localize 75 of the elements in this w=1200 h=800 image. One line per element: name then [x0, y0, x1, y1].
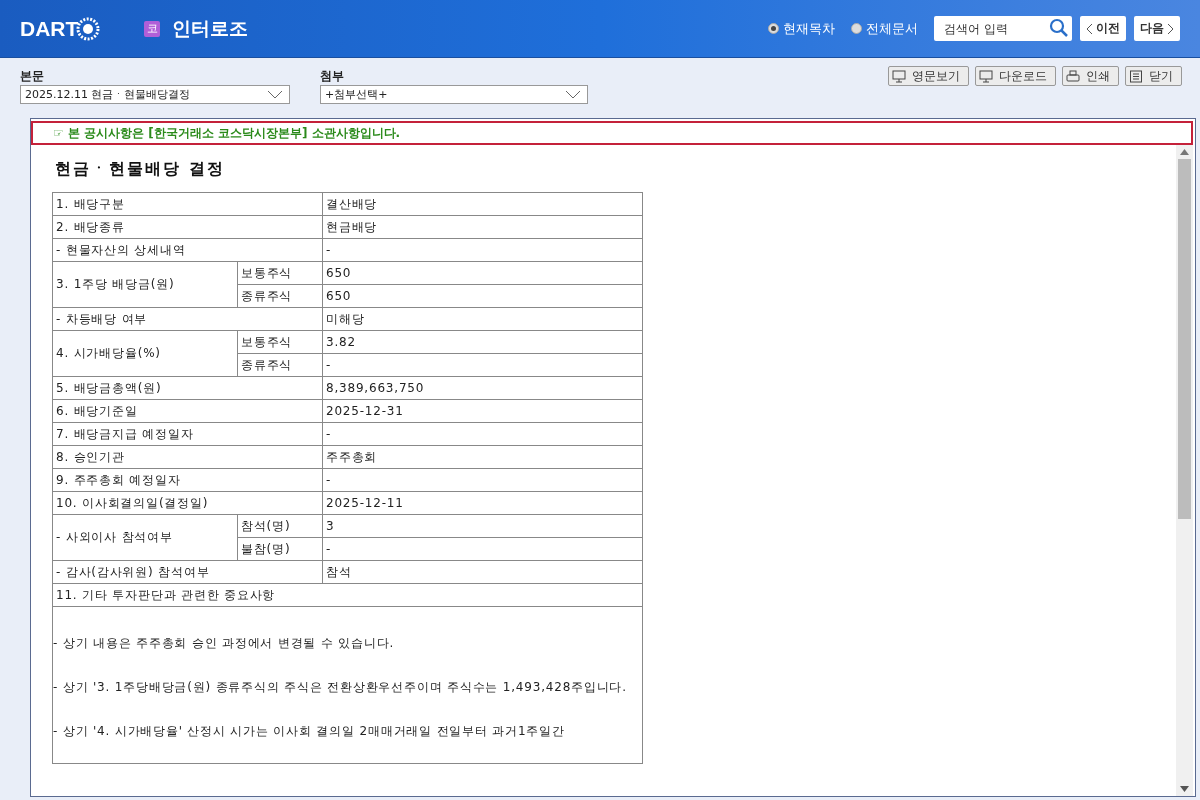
table-cell: 650	[322, 261, 643, 285]
chevron-down-icon	[267, 90, 283, 99]
sun-icon	[76, 16, 101, 41]
logo-text: DART	[20, 16, 79, 41]
document-title: 현금ㆍ현물배당 결정	[55, 159, 226, 180]
table-cell: 참석(명)	[237, 514, 323, 538]
table-cell: 3.82	[322, 330, 643, 354]
table-cell: - 사외이사 참석여부	[52, 514, 238, 561]
toolbar-button[interactable]: 영문보기	[888, 66, 969, 86]
notice-text: ☞ 본 공시사항은 [한국거래소 코스닥시장본부] 소관사항입니다.	[53, 124, 401, 142]
note-paragraph: - 상기 내용은 주주총회 승인 과정에서 변경될 수 있습니다.	[53, 635, 396, 652]
scope-radio[interactable]: 전체문서	[851, 19, 918, 38]
search-icon[interactable]	[1049, 18, 1069, 38]
scrollbar[interactable]	[1176, 145, 1193, 796]
document-icon	[1129, 69, 1143, 83]
note-paragraph: - 상기 '4. 시가배당율' 산정시 시가는 이사회 결의일 2매매거래일 전일부터 과거1주일간	[53, 723, 566, 740]
table-cell: 5. 배당금총액(원)	[52, 376, 323, 400]
scroll-down-icon[interactable]	[1180, 786, 1189, 792]
search-field[interactable]: 검색어 입력	[934, 16, 1072, 41]
table-cell: 9. 주주총회 예정일자	[52, 468, 323, 492]
table-cell: 1. 배당구분	[52, 192, 323, 216]
table-cell: 불참(명)	[237, 537, 323, 561]
table-cell: 7. 배당금지급 예정일자	[52, 422, 323, 446]
table-cell: -	[322, 353, 643, 377]
printer-icon	[1066, 69, 1080, 83]
table-cell: - 차등배당 여부	[52, 307, 323, 331]
table-cell: 3	[322, 514, 643, 538]
monitor-icon	[979, 69, 993, 83]
table-cell: - 감사(감사위원) 참석여부	[52, 560, 323, 584]
body-label: 본문	[20, 68, 45, 85]
table-cell: 주주총회	[322, 445, 643, 469]
radio-label: 전체문서	[866, 19, 918, 38]
table-cell: - 현물자산의 상세내역	[52, 238, 323, 262]
table-cell: 보통주식	[237, 330, 323, 354]
toolbar-button[interactable]: 닫기	[1125, 66, 1182, 86]
table-cell: 8. 승인기관	[52, 445, 323, 469]
table-cell: 보통주식	[237, 261, 323, 285]
next-button[interactable]: 다음	[1134, 16, 1180, 41]
toolbar-button[interactable]: 인쇄	[1062, 66, 1119, 86]
table-cell: 650	[322, 284, 643, 308]
note-paragraph: - 상기 '3. 1주당배당금(원) 종류주식의 주식은 전환상환우선주이며 주식수는 1,493,428주입니다.	[53, 679, 628, 696]
dart-logo[interactable]: DART	[20, 16, 101, 41]
table-cell: 종류주식	[237, 284, 323, 308]
table-cell: 2025-12-11	[322, 491, 643, 515]
scroll-up-icon[interactable]	[1180, 149, 1189, 155]
company-badge: 코	[144, 20, 161, 37]
attachment-label: 첨부	[320, 68, 345, 85]
table-cell: 종류주식	[237, 353, 323, 377]
table-cell: 현금배당	[322, 215, 643, 239]
table-cell: 4. 시가배당율(%)	[52, 330, 238, 377]
table-cell: 참석	[322, 560, 643, 584]
chevron-left-icon	[1086, 22, 1093, 35]
table-cell: 11. 기타 투자판단과 관련한 중요사항	[52, 583, 643, 607]
radio-label: 현재목차	[783, 19, 835, 38]
table-cell: -	[322, 468, 643, 492]
table-cell: 3. 1주당 배당금(원)	[52, 261, 238, 308]
chevron-right-icon	[1167, 22, 1174, 35]
scope-radio[interactable]: 현재목차	[768, 19, 835, 38]
table-cell: 8,389,663,750	[322, 376, 643, 400]
table-cell: 2. 배당종류	[52, 215, 323, 239]
document-select[interactable]: 2025.12.11 현금ㆍ현물배당결정	[20, 85, 290, 104]
previous-button[interactable]: 이전	[1080, 16, 1126, 41]
toolbar-button[interactable]: 다운로드	[975, 66, 1056, 86]
table-cell: -	[322, 422, 643, 446]
company-name: 인터로조	[172, 15, 249, 41]
monitor-icon	[892, 69, 906, 83]
table-cell: 미해당	[322, 307, 643, 331]
chevron-down-icon	[565, 90, 581, 99]
table-cell: -	[322, 238, 643, 262]
table-cell: 6. 배당기준일	[52, 399, 323, 423]
table-cell: 2025-12-31	[322, 399, 643, 423]
table-cell: 결산배당	[322, 192, 643, 216]
attachment-select[interactable]: +첨부선택+	[320, 85, 588, 104]
table-cell: -	[322, 537, 643, 561]
table-cell: 10. 이사회결의일(결정일)	[52, 491, 323, 515]
